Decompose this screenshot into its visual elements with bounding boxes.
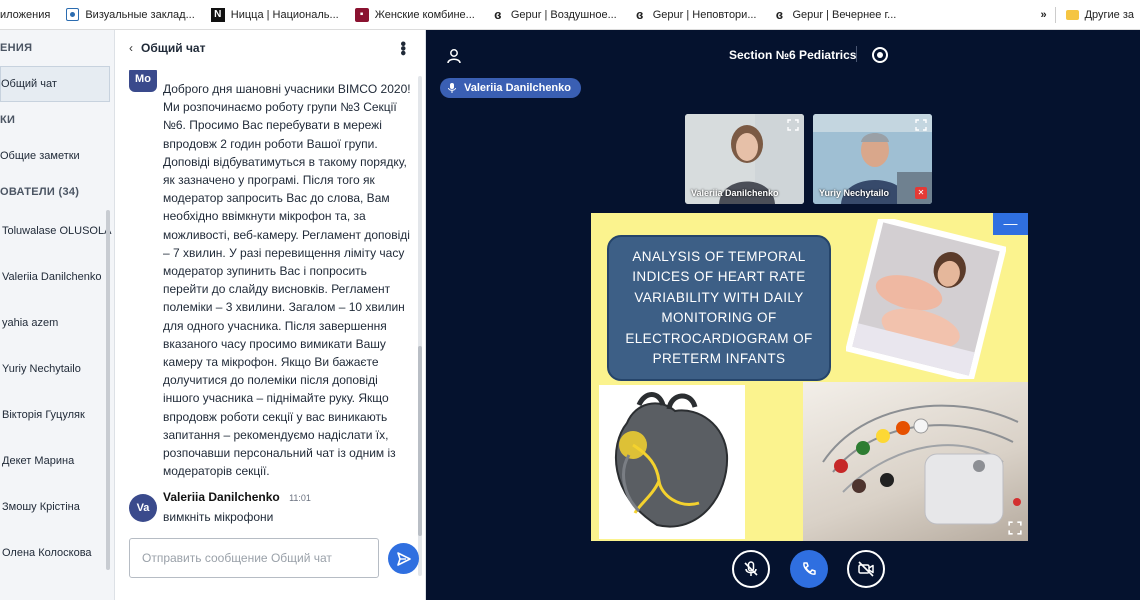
user-icon[interactable]: [446, 48, 462, 64]
bookmark-nice[interactable]: N Ницца | Националь...: [210, 7, 339, 22]
bookmark-store[interactable]: ▪ Женские комбине...: [354, 7, 475, 22]
microphone-icon: [448, 83, 456, 93]
message-text: Доброго дня шановні учасники BIMCO 2020!…: [163, 82, 411, 479]
stage-top-bar: Section №6 Pediatrics: [426, 30, 1140, 80]
send-icon: [396, 551, 411, 566]
message-header: Valeriia Danilchenko 11:01: [163, 490, 311, 504]
message-list: Mo Доброго дня шановні учасники BIMCO 20…: [115, 70, 415, 540]
minimize-presentation-button[interactable]: —: [993, 213, 1028, 235]
webcam-tile[interactable]: Yuriy Nechytailo ✕: [813, 114, 932, 204]
users-sidebar: ЕНИЯ Общий чат КИ Общие заметки ОВАТЕЛИ …: [0, 30, 115, 600]
chat-scrollbar[interactable]: [418, 76, 422, 576]
camera-off-icon: [858, 561, 874, 577]
chevron-left-icon[interactable]: ‹: [129, 41, 133, 55]
muted-mic-icon: ✕: [915, 187, 927, 199]
fullscreen-icon[interactable]: [915, 119, 927, 131]
tile-name: Valeriia Danilchenko: [691, 188, 779, 198]
slide-title: ANALYSIS OF TEMPORAL INDICES OF HEART RA…: [607, 235, 831, 381]
heart-diagram-panel: [599, 385, 745, 539]
n-logo-icon: N: [210, 7, 225, 22]
chat-message-input[interactable]: Отправить сообщение Общий чат: [129, 538, 379, 578]
talking-indicator: Valeriia Danilchenko: [440, 78, 581, 98]
message-text: вимкніть мікрофони: [163, 510, 274, 524]
ecg-monitor-photo: [803, 382, 1028, 541]
public-chat-nav[interactable]: Общий чат: [0, 66, 110, 102]
microphone-muted-icon: [744, 561, 758, 576]
gepur-icon: ɞ: [775, 7, 784, 22]
gepur-icon: ɞ: [636, 7, 644, 22]
send-button[interactable]: [388, 543, 419, 574]
user-list-item[interactable]: Олена Колоскова: [0, 530, 112, 576]
user-list-item[interactable]: Yuriy Nechytailo: [0, 346, 112, 392]
notes-section-header: КИ: [0, 114, 16, 126]
avatar: Va: [129, 494, 157, 522]
divider: [856, 46, 857, 62]
tile-name: Yuriy Nechytailo: [819, 188, 890, 198]
chat-scroll-thumb[interactable]: [418, 346, 422, 536]
mother-and-infants-photo: [846, 219, 1006, 379]
bookmark-gepur-2[interactable]: ɞ Gepur | Неповтори...: [633, 7, 756, 22]
users-section-header: ОВАТЕЛИ (34): [0, 186, 80, 198]
bookmarks-overflow-button[interactable]: »: [1040, 9, 1046, 21]
store-icon: ▪: [354, 7, 369, 22]
messages-section-header: ЕНИЯ: [0, 42, 33, 54]
user-list-item[interactable]: Змошу Крістіна: [0, 484, 112, 530]
fullscreen-icon[interactable]: [787, 119, 799, 131]
phone-icon: [803, 562, 816, 575]
bookmark-apps[interactable]: иложения: [0, 9, 50, 21]
other-bookmarks[interactable]: Другие за: [1085, 9, 1134, 21]
presentation-stage: Section №6 Pediatrics Valeriia Danilchen…: [426, 30, 1140, 600]
unmute-button[interactable]: [732, 550, 770, 588]
webcam-tile[interactable]: Valeriia Danilchenko: [685, 114, 804, 204]
user-list-item[interactable]: Вікторія Гуцуляк: [0, 392, 112, 438]
audio-phone-button[interactable]: [790, 550, 828, 588]
user-list-item[interactable]: Декет Марина: [0, 438, 112, 484]
folder-icon: [1065, 10, 1079, 20]
heart-conduction-diagram: [615, 392, 729, 528]
visual-bookmarks-icon: [66, 8, 80, 21]
chat-title: Общий чат: [141, 41, 206, 55]
shared-notes-nav[interactable]: Общие заметки: [0, 138, 114, 174]
more-options-icon[interactable]: •••: [393, 41, 411, 55]
message-time: 11:01: [289, 493, 311, 503]
user-list-item[interactable]: yahia azem: [0, 300, 112, 346]
session-title: Section №6 Pediatrics: [729, 48, 857, 62]
presentation-slide[interactable]: ANALYSIS OF TEMPORAL INDICES OF HEART RA…: [591, 213, 1028, 541]
bookmark-visual[interactable]: Визуальные заклад...: [66, 8, 195, 21]
chat-header: ‹ Общий чат •••: [115, 30, 425, 66]
avatar: Mo: [129, 70, 157, 92]
bookmarks-bar: иложения Визуальные заклад... N Ницца | …: [0, 0, 1140, 30]
bookmark-gepur-3[interactable]: ɞ Gepur | Вечернее г...: [773, 7, 897, 22]
message-sender: Valeriia Danilchenko: [163, 490, 280, 504]
user-list-scrollbar[interactable]: [106, 210, 110, 570]
user-list-item[interactable]: Valeriia Danilchenko: [0, 254, 112, 300]
camera-toggle-button[interactable]: [847, 550, 885, 588]
user-list: Toluwalase OLUSOLA Valeriia Danilchenko …: [0, 208, 112, 576]
fullscreen-icon[interactable]: [1008, 521, 1022, 535]
holter-device-illustration: [822, 404, 1021, 525]
chat-panel: ‹ Общий чат ••• Mo Доброго дня шановні у…: [115, 30, 426, 600]
bookmark-gepur-1[interactable]: ɞ Gepur | Воздушное...: [491, 7, 617, 22]
gepur-icon: ɞ: [494, 7, 502, 22]
record-icon[interactable]: [872, 47, 888, 63]
user-list-item[interactable]: Toluwalase OLUSOLA: [0, 208, 112, 254]
